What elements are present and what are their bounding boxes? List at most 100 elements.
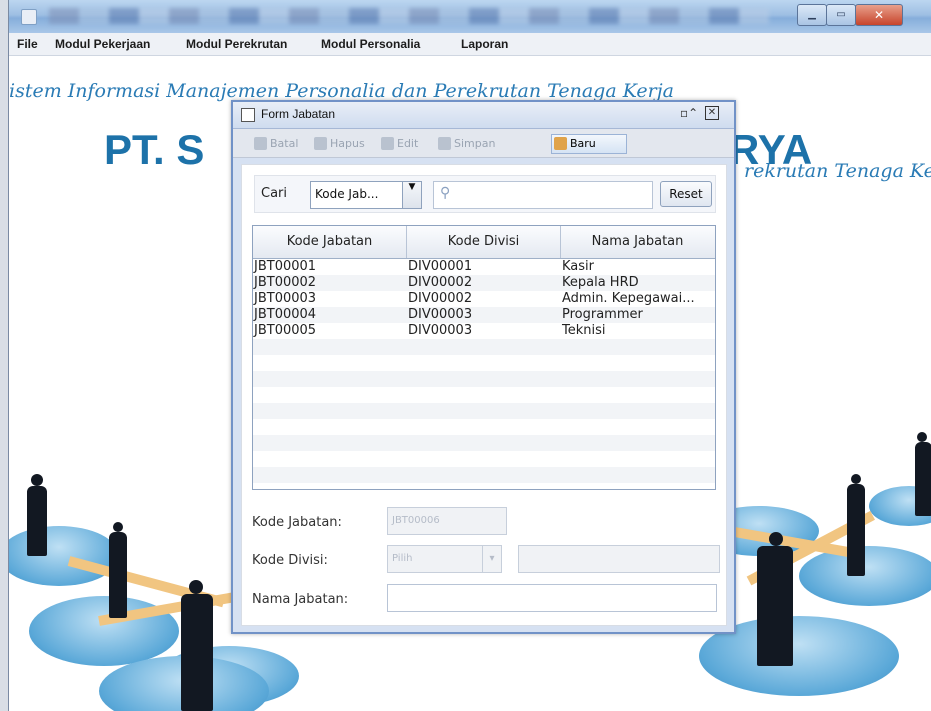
table-cell: Admin. Kepegawai...	[562, 291, 695, 306]
batal-button[interactable]: Batal	[251, 134, 299, 154]
table-row[interactable]: JBT00001 DIV00001 Kasir	[253, 259, 715, 275]
person-figure	[113, 522, 123, 532]
reset-button[interactable]: Reset	[660, 181, 712, 207]
kode-divisi-label: Kode Divisi:	[252, 553, 328, 568]
window-titlebar[interactable]: ▁ ▭ ✕	[9, 0, 931, 33]
table-cell: JBT00004	[254, 307, 317, 322]
search-bar: Cari Kode Jab... ▼ ⚲ Reset	[254, 175, 716, 213]
search-input[interactable]: ⚲	[433, 181, 653, 209]
hapus-icon	[314, 137, 327, 150]
app-tagline: istem Informasi Manajemen Personalia dan…	[9, 80, 674, 102]
person-figure	[915, 442, 931, 516]
hapus-button[interactable]: Hapus	[311, 134, 366, 154]
close-button[interactable]: ✕	[855, 4, 903, 26]
edit-button[interactable]: Edit	[378, 134, 419, 154]
menu-modul-pekerjaan[interactable]: Modul Pekerjaan	[55, 37, 150, 51]
person-figure	[181, 594, 213, 711]
form-panel: Cari Kode Jab... ▼ ⚲ Reset Kode Jabatan …	[241, 164, 727, 626]
table-cell: JBT00003	[254, 291, 317, 306]
maximize-button[interactable]: ▭	[826, 4, 856, 26]
simpan-button[interactable]: Simpan	[435, 134, 496, 154]
window-title-blurred	[49, 8, 769, 24]
menu-modul-perekrutan[interactable]: Modul Perekrutan	[186, 37, 287, 51]
table-row-empty	[253, 403, 715, 419]
table-row-empty	[253, 435, 715, 451]
form-jabatan-titlebar[interactable]: Form Jabatan ▫⌃ ✕	[233, 102, 734, 129]
menu-file[interactable]: File	[17, 37, 38, 51]
network-disc	[9, 526, 119, 586]
table-row-empty	[253, 355, 715, 371]
table-cell: DIV00003	[408, 323, 473, 338]
table-cell: DIV00002	[408, 291, 473, 306]
form-jabatan-window: Form Jabatan ▫⌃ ✕ Batal Hapus Edit Simpa…	[231, 100, 736, 634]
search-icon: ⚲	[440, 185, 451, 201]
jabatan-table[interactable]: Kode Jabatan Kode Divisi Nama Jabatan JB…	[252, 225, 716, 490]
person-figure	[757, 546, 793, 666]
table-row[interactable]: JBT00002 DIV00002 Kepala HRD	[253, 275, 715, 291]
nama-jabatan-input[interactable]	[387, 584, 717, 612]
table-cell: DIV00003	[408, 307, 473, 322]
baru-button[interactable]: Baru	[551, 134, 627, 154]
table-header: Kode Jabatan Kode Divisi Nama Jabatan	[253, 226, 715, 259]
kode-divisi-select[interactable]: Pilih	[387, 545, 487, 573]
table-cell: JBT00001	[254, 259, 317, 274]
table-row-empty	[253, 371, 715, 387]
table-row-empty	[253, 451, 715, 467]
selected-option: Kode Jab...	[315, 187, 379, 201]
company-name: PT. S	[104, 126, 205, 173]
main-window: ▁ ▭ ✕ File Modul Pekerjaan Modul Perekru…	[8, 0, 931, 711]
batal-icon	[254, 137, 267, 150]
person-figure	[189, 580, 203, 594]
table-row[interactable]: JBT00004 DIV00003 Programmer	[253, 307, 715, 323]
table-row-empty	[253, 339, 715, 355]
person-figure	[851, 474, 861, 484]
person-figure	[917, 432, 927, 442]
table-cell: Kasir	[562, 259, 594, 274]
form-toolbar: Batal Hapus Edit Simpan Baru	[233, 129, 734, 158]
window-icon	[241, 108, 255, 122]
search-label: Cari	[261, 186, 287, 201]
table-row-empty	[253, 467, 715, 483]
menubar: File Modul Pekerjaan Modul Perekrutan Mo…	[9, 33, 931, 56]
column-header[interactable]: Nama Jabatan	[561, 226, 714, 258]
column-header[interactable]: Kode Jabatan	[253, 226, 407, 258]
network-disc	[799, 546, 931, 606]
table-cell: DIV00001	[408, 259, 473, 274]
table-row[interactable]: JBT00003 DIV00002 Admin. Kepegawai...	[253, 291, 715, 307]
table-cell: DIV00002	[408, 275, 473, 290]
close-icon[interactable]: ✕	[705, 106, 719, 120]
person-figure	[27, 486, 47, 556]
person-figure	[31, 474, 43, 486]
menu-laporan[interactable]: Laporan	[461, 37, 508, 51]
table-cell: Kepala HRD	[562, 275, 639, 290]
chevron-down-icon[interactable]: ▼	[402, 182, 421, 208]
table-cell: JBT00005	[254, 323, 317, 338]
form-title: Form Jabatan	[261, 107, 336, 121]
kode-jabatan-label: Kode Jabatan:	[252, 515, 342, 530]
person-figure	[109, 532, 127, 618]
edit-icon	[381, 137, 394, 150]
minimize-icon: ▁	[808, 9, 816, 20]
table-row[interactable]: JBT00005 DIV00003 Teknisi	[253, 323, 715, 339]
table-cell: Teknisi	[562, 323, 606, 338]
app-tagline-right: rekrutan Tenaga Ke	[744, 160, 931, 182]
minimize-button[interactable]: ▁	[797, 4, 827, 26]
chevron-down-icon[interactable]: ▾	[482, 545, 502, 573]
close-icon: ✕	[873, 8, 885, 22]
person-figure	[769, 532, 783, 546]
divisi-name-field	[518, 545, 720, 573]
maximize-icon: ▭	[836, 9, 846, 20]
table-row-empty	[253, 419, 715, 435]
person-figure	[847, 484, 865, 576]
menu-modul-personalia[interactable]: Modul Personalia	[321, 37, 420, 51]
table-cell: JBT00002	[254, 275, 317, 290]
kode-jabatan-field[interactable]: JBT00006	[387, 507, 507, 535]
nama-jabatan-label: Nama Jabatan:	[252, 592, 349, 607]
table-row-empty	[253, 387, 715, 403]
table-cell: Programmer	[562, 307, 643, 322]
app-icon	[21, 9, 37, 25]
search-field-select[interactable]: Kode Jab... ▼	[310, 181, 422, 209]
column-header[interactable]: Kode Divisi	[407, 226, 561, 258]
baru-icon	[554, 137, 567, 150]
restore-icon[interactable]: ▫⌃	[680, 106, 698, 120]
